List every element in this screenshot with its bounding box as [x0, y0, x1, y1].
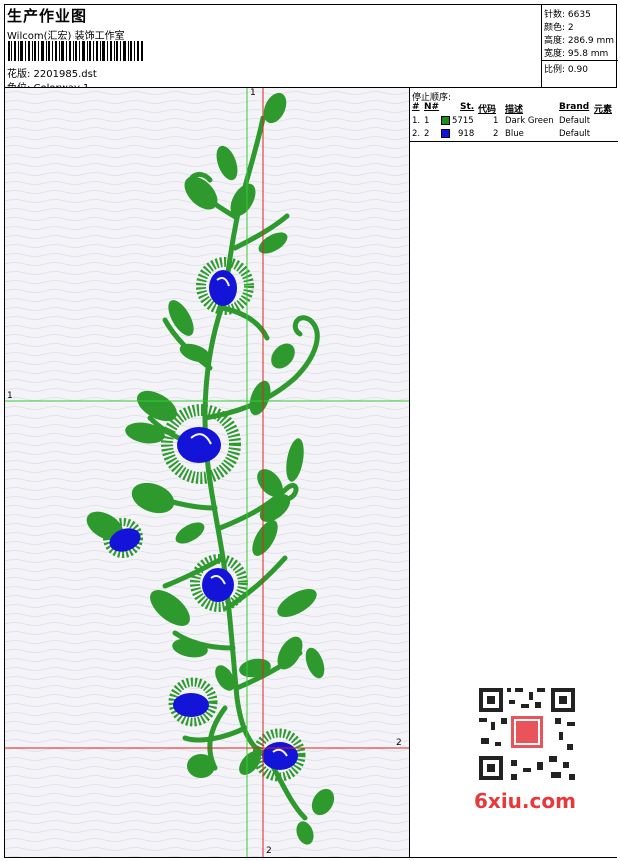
company-name: Wilcom(汇宏) 装饰工作室 [7, 31, 125, 42]
guide-label-bottom: 2 [266, 846, 272, 856]
design-height: 高度: 286.9 mm [544, 36, 615, 46]
col-header-brand: Brand [559, 102, 590, 112]
row1-index: 1. [412, 116, 421, 126]
row2-stitches: 918 [458, 129, 475, 139]
row2-code: 2 [493, 129, 499, 139]
row2-needle: 2 [424, 129, 430, 139]
design-file-name: 花版: 2201985.dst [7, 69, 97, 80]
col-header-index: # [412, 102, 420, 112]
row2-color-swatch [441, 129, 450, 138]
guide-label-top: 1 [250, 88, 256, 98]
col-header-needle: N# [424, 102, 440, 112]
row1-description: Dark Green [505, 116, 554, 126]
barcode [8, 41, 143, 61]
col-header-stitches: St. [460, 102, 475, 112]
page-title: 生产作业图 [7, 7, 88, 25]
table-divider [410, 141, 618, 142]
col-header-description: 描述 [505, 105, 524, 115]
stats-panel: 针数: 6635 颜色: 2 高度: 286.9 mm 宽度: 95.8 mm … [541, 4, 618, 88]
col-header-element: 元素 [594, 105, 613, 115]
embroidery-artwork [5, 88, 409, 857]
design-preview: 1 1 2 2 [5, 88, 409, 857]
stats-divider [542, 60, 618, 61]
design-scale: 比例: 0.90 [544, 65, 588, 75]
color-count: 颜色: 2 [544, 23, 574, 33]
header-info: 生产作业图 Wilcom(汇宏) 装饰工作室 花版: 2201985.dst 色… [6, 5, 536, 94]
row2-description: Blue [505, 129, 524, 139]
stitch-count: 针数: 6635 [544, 10, 591, 20]
row2-brand: Default [559, 129, 591, 139]
watermark-text: 6xiu.com [474, 789, 576, 813]
row1-stitches: 5715 [452, 116, 474, 126]
guide-label-left: 1 [7, 391, 13, 401]
row2-index: 2. [412, 129, 421, 139]
row1-code: 1 [493, 116, 499, 126]
row1-brand: Default [559, 116, 591, 126]
row1-needle: 1 [424, 116, 430, 126]
qr-code [471, 682, 583, 786]
row1-color-swatch [441, 116, 450, 125]
guide-label-right: 2 [396, 738, 402, 748]
col-header-code: 代码 [478, 105, 497, 115]
design-width: 宽度: 95.8 mm [544, 49, 609, 59]
